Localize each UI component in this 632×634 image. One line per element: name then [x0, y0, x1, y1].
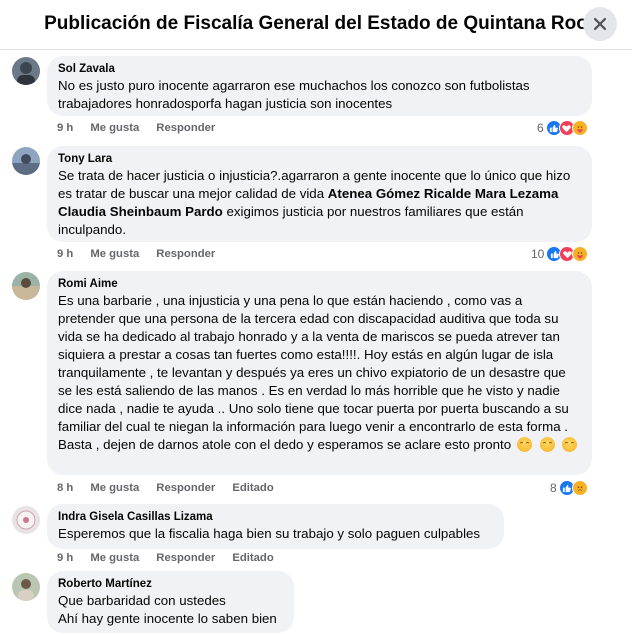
reaction-count: 6 — [537, 121, 544, 135]
close-icon — [593, 17, 607, 31]
reply-button[interactable]: Responder — [156, 482, 215, 494]
comment-text-line: Que barbaridad con ustedes — [58, 593, 226, 608]
comment-author[interactable]: Roberto Martínez — [58, 577, 283, 592]
reactions-summary[interactable]: 6 — [537, 120, 588, 136]
avatar[interactable] — [12, 506, 40, 534]
like-button[interactable]: Me gusta — [90, 482, 139, 494]
comment-time[interactable]: 9 h — [57, 248, 73, 260]
comment-bubble: Tony Lara Se trata de hacer justicia o i… — [47, 146, 592, 242]
comment-text: Esperemos que la fiscalia haga bien su t… — [58, 526, 481, 541]
dialog-header: Publicación de Fiscalía General del Esta… — [0, 0, 632, 50]
edited-label: Editado — [232, 482, 274, 494]
comment-actions: 9 h Me gusta Responder Editado — [57, 552, 274, 564]
comment-text-body: Es una barbarie , una injusticia y una p… — [58, 293, 569, 452]
comment-author[interactable]: Romi Aime — [58, 277, 581, 292]
mention-link[interactable]: Claudia Sheinbaum Pardo — [58, 204, 223, 219]
comment-actions: 9 h Me gusta Responder — [57, 248, 215, 260]
comment-text-line: Ahí hay gente inocente lo saben bien — [58, 611, 277, 626]
comment-text: No es justo puro inocente agarraron ese … — [58, 78, 530, 111]
reply-button[interactable]: Responder — [156, 552, 215, 564]
like-button[interactable]: Me gusta — [90, 122, 139, 134]
comment-text: Se trata de hacer justicia o injusticia?… — [58, 167, 581, 239]
avatar[interactable] — [12, 272, 40, 300]
comment-time[interactable]: 9 h — [57, 122, 73, 134]
avatar[interactable] — [12, 573, 40, 601]
reactions-summary[interactable]: 10 — [531, 246, 589, 262]
pleading-face-icon — [539, 437, 555, 452]
comment-text: Es una barbarie , una injusticia y una p… — [58, 292, 581, 454]
like-button[interactable]: Me gusta — [90, 248, 139, 260]
dialog-title: Publicación de Fiscalía General del Esta… — [44, 13, 588, 34]
close-button[interactable] — [583, 7, 617, 41]
pleading-face-icon — [516, 437, 532, 452]
avatar[interactable] — [12, 57, 40, 85]
comment-bubble: Indra Gisela Casillas Lizama Esperemos q… — [47, 504, 504, 549]
sad-icon — [571, 480, 588, 496]
comment-time[interactable]: 8 h — [57, 482, 73, 494]
pleading-face-icon — [562, 437, 578, 452]
avatar[interactable] — [12, 147, 40, 175]
comment-actions: 9 h Me gusta Responder — [57, 122, 215, 134]
comment-author[interactable]: Sol Zavala — [58, 62, 581, 77]
mention-link[interactable]: Mara Lezama — [475, 186, 559, 201]
comment-time[interactable]: 9 h — [57, 552, 73, 564]
edited-label: Editado — [232, 552, 274, 564]
comment-bubble: Romi Aime Es una barbarie , una injustic… — [47, 271, 592, 475]
reaction-count: 8 — [550, 481, 557, 495]
comment-author[interactable]: Tony Lara — [58, 152, 581, 167]
care-icon — [571, 120, 588, 136]
comment-actions: 8 h Me gusta Responder Editado — [57, 482, 274, 494]
comment-bubble: Sol Zavala No es justo puro inocente aga… — [47, 56, 592, 116]
like-button[interactable]: Me gusta — [90, 552, 139, 564]
reaction-count: 10 — [531, 247, 545, 261]
reply-button[interactable]: Responder — [156, 248, 215, 260]
comment-bubble: Roberto Martínez Que barbaridad con uste… — [47, 571, 294, 633]
reply-button[interactable]: Responder — [156, 122, 215, 134]
comment-author[interactable]: Indra Gisela Casillas Lizama — [58, 510, 493, 525]
reactions-summary[interactable]: 8 — [550, 480, 588, 496]
care-icon — [572, 246, 589, 262]
mention-link[interactable]: Atenea Gómez Ricalde — [328, 186, 471, 201]
